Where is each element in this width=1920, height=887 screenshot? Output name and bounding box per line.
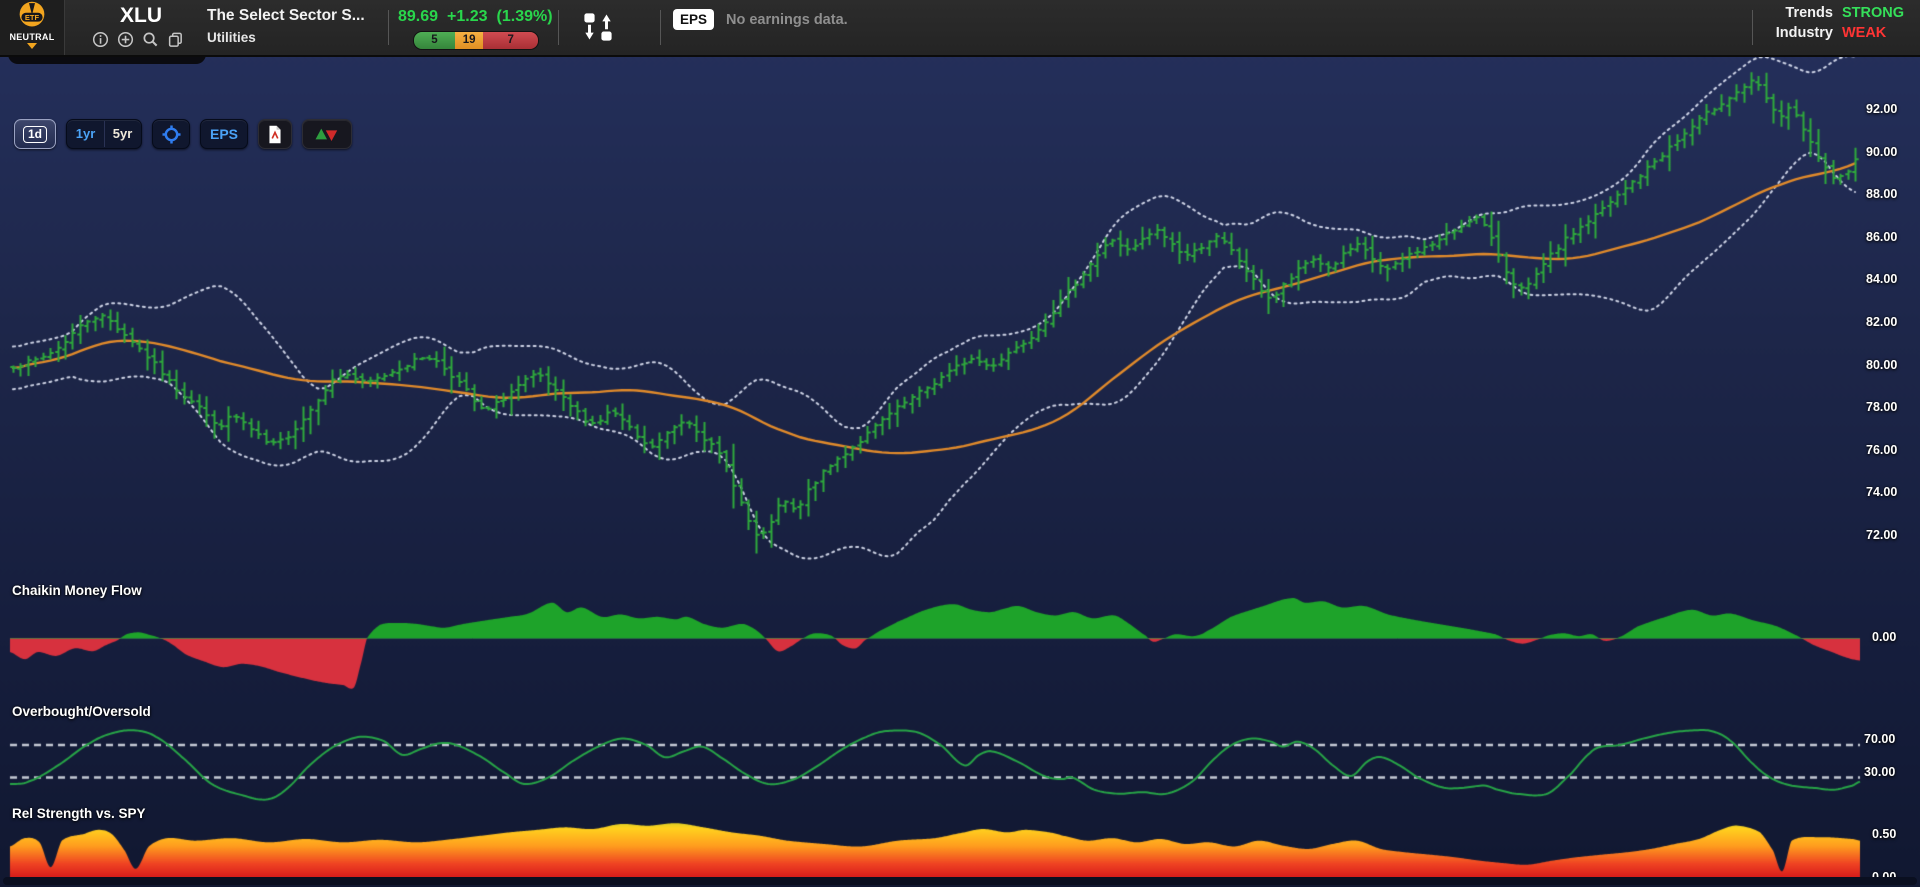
analyst-rating-gauge[interactable]: 5 19 7 <box>413 31 539 50</box>
range-1yr-button[interactable]: 1yr <box>68 121 105 147</box>
trends-label: Trends <box>1776 5 1833 21</box>
eps-message: No earnings data. <box>726 12 848 28</box>
eps-badge: EPS <box>673 9 714 30</box>
axis-label: 0.50 <box>1872 827 1896 841</box>
symbol-action-icons <box>92 31 184 48</box>
axis-label: 90.00 <box>1866 145 1897 159</box>
up-down-signals-icon <box>311 125 343 143</box>
range-1d-button[interactable]: 1d <box>14 119 56 149</box>
security-name[interactable]: The Select Sector S... <box>207 7 365 25</box>
axis-label: 80.00 <box>1866 358 1897 372</box>
chart-area: 1d 1yr 5yr EPS <box>0 57 1920 887</box>
axis-label: 92.00 <box>1866 102 1897 116</box>
compare-icon <box>580 10 616 44</box>
axis-label: 78.00 <box>1866 400 1897 414</box>
trends-value: STRONG <box>1842 5 1904 21</box>
power-gauge-rating[interactable]: ETF NEUTRAL <box>0 0 65 55</box>
axis-label: 70.00 <box>1864 732 1895 746</box>
ticker-symbol: XLU <box>120 4 162 28</box>
rating-caption: NEUTRAL <box>0 32 64 42</box>
price-chart-canvas[interactable] <box>0 57 1920 887</box>
signals-toggle-button[interactable] <box>302 119 352 149</box>
axis-label: 84.00 <box>1866 272 1897 286</box>
axis-label: 74.00 <box>1866 485 1897 499</box>
divider <box>660 10 661 45</box>
export-pdf-button[interactable] <box>258 119 292 149</box>
obos-panel-title: Overbought/Oversold <box>12 704 151 719</box>
industry-label: Industry <box>1776 25 1833 41</box>
eps-overlay-button[interactable]: EPS <box>200 119 248 149</box>
bottom-scrollbar[interactable] <box>3 877 1917 885</box>
rating-badge-text: ETF <box>25 13 40 22</box>
crosshair-icon <box>162 125 181 144</box>
security-industry: Utilities <box>207 30 256 45</box>
cmf-panel-title: Chaikin Money Flow <box>12 583 142 598</box>
axis-label: 86.00 <box>1866 230 1897 244</box>
trend-summary: Trends STRONG Industry WEAK <box>1776 5 1904 41</box>
pdf-icon <box>267 125 283 144</box>
chart-toolbar: 1d 1yr 5yr EPS <box>14 119 352 149</box>
axis-label: 76.00 <box>1866 443 1897 457</box>
crosshair-button[interactable] <box>152 119 190 149</box>
info-icon[interactable] <box>92 31 109 48</box>
copy-symbol-icon[interactable] <box>167 31 184 48</box>
gauge-bullish-count: 5 <box>414 32 455 49</box>
power-gauge-icon: ETF <box>16 0 48 30</box>
compare-button[interactable] <box>580 10 616 47</box>
price-change-pct: (1.39%) <box>497 8 553 25</box>
header: ETF NEUTRAL XLU <box>0 0 1920 57</box>
divider <box>558 10 559 45</box>
add-icon[interactable] <box>117 31 134 48</box>
industry-value: WEAK <box>1842 25 1904 41</box>
divider <box>1752 10 1753 45</box>
gauge-neutral-count: 19 <box>455 32 484 49</box>
rs-panel-title: Rel Strength vs. SPY <box>12 806 146 821</box>
app-window: ETF NEUTRAL XLU <box>0 0 1920 887</box>
range-group: 1yr 5yr <box>66 119 142 149</box>
range-5yr-button[interactable]: 5yr <box>105 121 141 147</box>
search-icon[interactable] <box>142 31 159 48</box>
price-quote: 89.69 +1.23 (1.39%) <box>398 8 562 26</box>
rating-dropdown-arrow-icon <box>27 43 37 49</box>
axis-label: 88.00 <box>1866 187 1897 201</box>
last-price: 89.69 <box>398 8 438 25</box>
axis-label: 30.00 <box>1864 765 1895 779</box>
range-1d-label: 1d <box>23 126 47 143</box>
axis-label: 0.00 <box>1872 630 1896 644</box>
price-change: +1.23 <box>447 8 487 25</box>
axis-label: 72.00 <box>1866 528 1897 542</box>
gauge-bearish-count: 7 <box>483 32 538 49</box>
axis-label: 82.00 <box>1866 315 1897 329</box>
divider <box>388 10 389 45</box>
